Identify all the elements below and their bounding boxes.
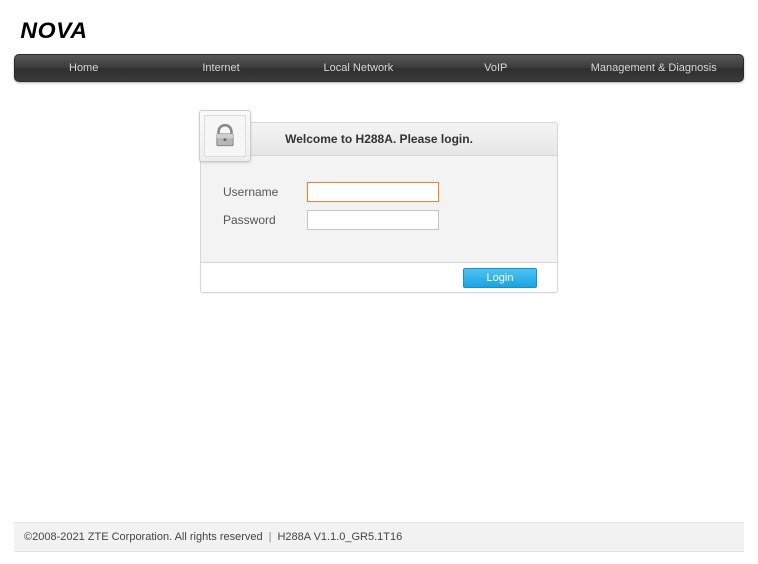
- password-row: Password: [223, 210, 535, 230]
- nav-voip[interactable]: VoIP: [427, 55, 564, 81]
- login-button[interactable]: Login: [463, 268, 537, 288]
- lock-icon: [204, 115, 246, 157]
- nav-home[interactable]: Home: [15, 55, 152, 81]
- nav-internet[interactable]: Internet: [152, 55, 289, 81]
- nav-local-network[interactable]: Local Network: [290, 55, 427, 81]
- nav-management-diagnosis[interactable]: Management & Diagnosis: [564, 55, 743, 81]
- login-panel: Welcome to H288A. Please login. Username…: [200, 122, 558, 293]
- welcome-text: Welcome to H288A. Please login.: [285, 132, 473, 146]
- password-input[interactable]: [307, 210, 439, 230]
- page-footer: ©2008-2021 ZTE Corporation. All rights r…: [14, 522, 744, 552]
- login-form: Username Password: [200, 156, 558, 263]
- password-label: Password: [223, 213, 307, 227]
- main-navbar: Home Internet Local Network VoIP Managem…: [14, 54, 744, 82]
- username-label: Username: [223, 185, 307, 199]
- content-area: Welcome to H288A. Please login. Username…: [0, 122, 758, 293]
- login-footer: Login: [200, 263, 558, 293]
- lock-badge: [199, 110, 251, 162]
- brand-text: NOVA: [20, 18, 87, 44]
- footer-copyright: ©2008-2021 ZTE Corporation. All rights r…: [24, 531, 263, 543]
- brand-logo: NOVA: [0, 0, 758, 54]
- footer-version: H288A V1.1.0_GR5.1T16: [277, 531, 402, 543]
- username-row: Username: [223, 182, 535, 202]
- login-header: Welcome to H288A. Please login.: [200, 122, 558, 156]
- footer-separator: |: [269, 531, 272, 543]
- username-input[interactable]: [307, 182, 439, 202]
